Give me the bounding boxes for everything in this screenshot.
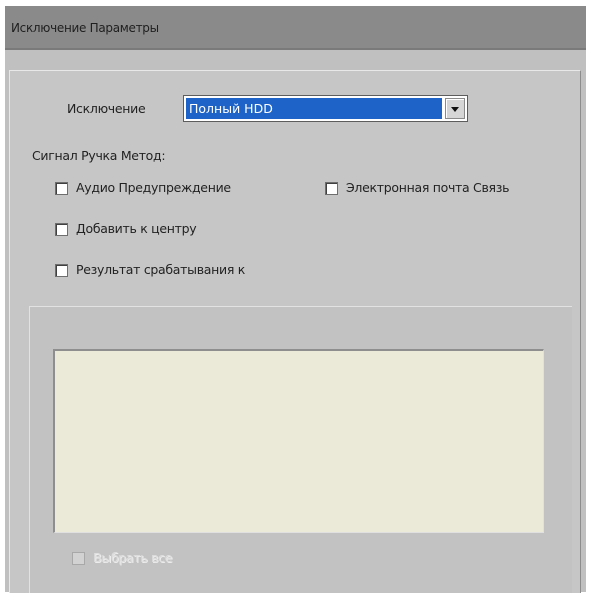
email-notification-label[interactable]: Электронная почта Связь [346,180,509,195]
exception-selected-value[interactable]: Полный HDD [186,98,442,119]
add-to-center-checkbox[interactable] [55,223,68,236]
chevron-down-icon [451,107,459,112]
audio-warning-checkbox[interactable] [55,182,68,195]
add-to-center-label[interactable]: Добавить к центру [76,221,197,236]
exception-label: Исключение [67,101,146,116]
signal-method-label: Сигнал Ручка Метод: [32,148,166,163]
recipients-textarea[interactable] [53,349,544,533]
trigger-result-label[interactable]: Результат срабатывания к [76,262,245,277]
title-bar: Исключение Параметры [5,6,586,50]
trigger-result-checkbox[interactable] [55,264,68,277]
window-title: Исключение Параметры [11,21,159,35]
exception-select[interactable]: Полный HDD [183,95,468,122]
dropdown-button[interactable] [445,98,465,119]
email-notification-checkbox[interactable] [325,182,338,195]
select-all-checkbox[interactable] [72,552,85,565]
select-all-label[interactable]: Выбрать все [93,550,172,565]
audio-warning-label[interactable]: Аудио Предупреждение [76,180,231,195]
